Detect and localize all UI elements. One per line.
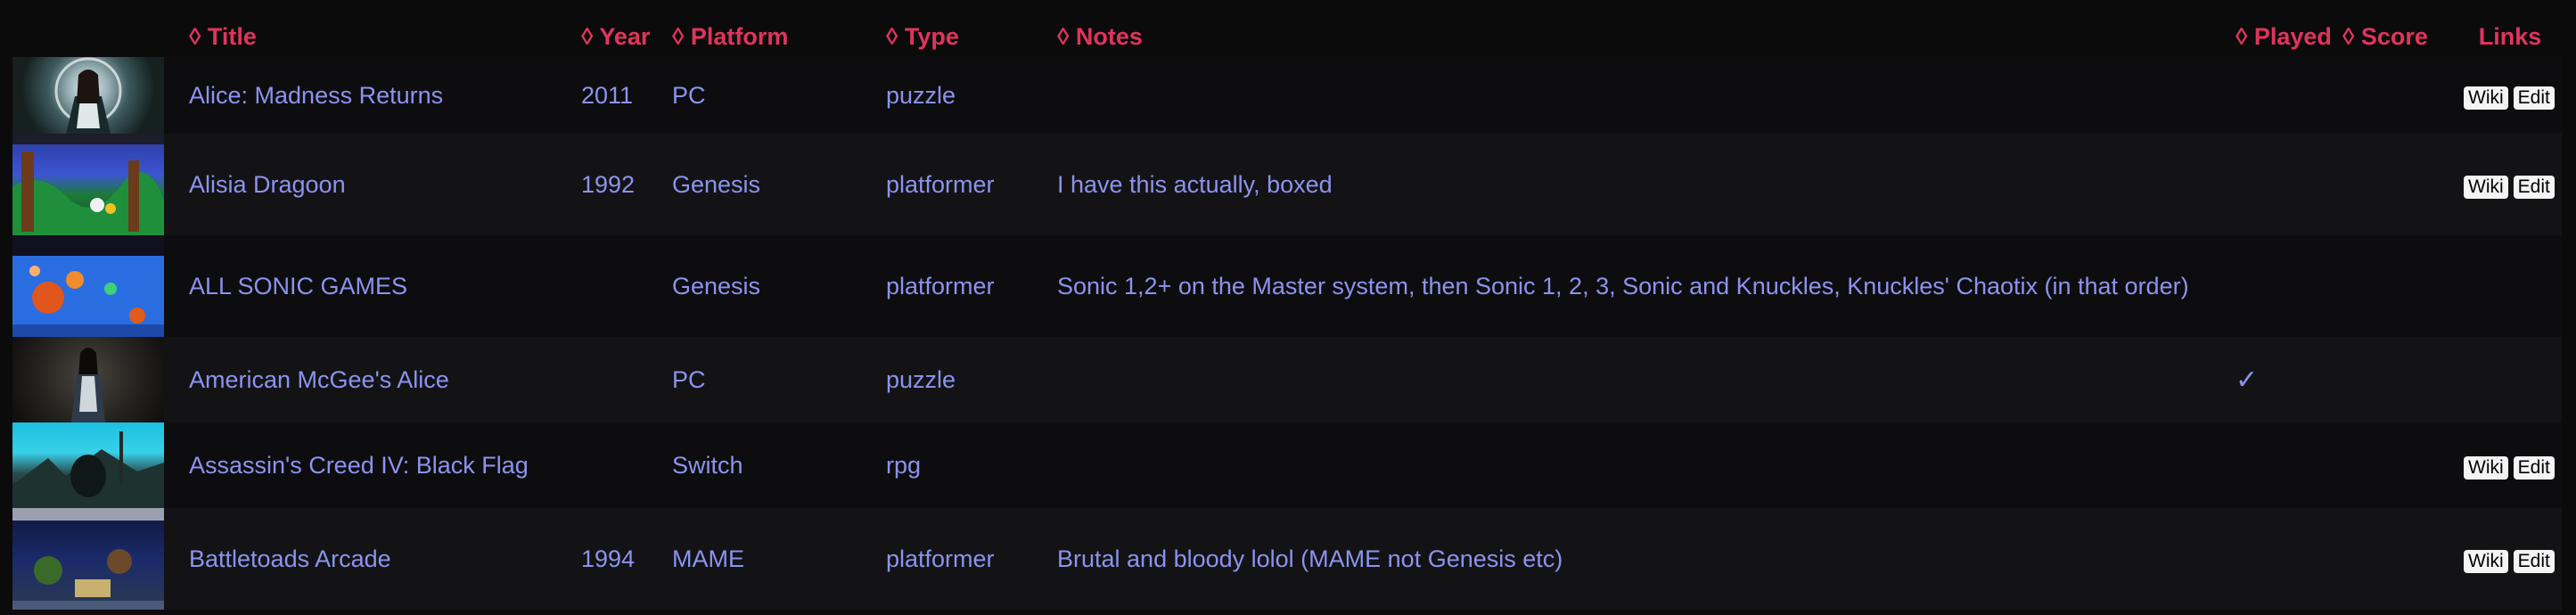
games-table: ◊ Title ◊ Year ◊ Platform ◊ Type ◊ Notes… bbox=[12, 16, 2562, 610]
game-thumbnail bbox=[12, 337, 176, 422]
game-platform: Genesis bbox=[672, 170, 761, 198]
game-title[interactable]: Alisia Dragoon bbox=[176, 134, 578, 235]
game-score bbox=[2342, 134, 2458, 235]
edit-link[interactable]: Edit bbox=[2513, 549, 2555, 573]
game-links: Wiki Edit bbox=[2458, 134, 2562, 235]
game-title[interactable]: Assassin's Creed IV: Black Flag bbox=[176, 422, 578, 508]
table-row: Alisia Dragoon 1992 Genesis platformer I… bbox=[12, 134, 2562, 235]
game-notes bbox=[1045, 422, 2232, 508]
game-notes: Sonic 1,2+ on the Master system, then So… bbox=[1057, 272, 2189, 299]
game-played bbox=[2232, 57, 2342, 134]
game-links: Wiki Edit bbox=[2458, 508, 2562, 610]
title-column-header[interactable]: ◊ Title bbox=[176, 16, 578, 57]
game-links bbox=[2458, 235, 2562, 337]
game-played bbox=[2232, 235, 2342, 337]
game-thumbnail bbox=[12, 235, 176, 337]
edit-link[interactable]: Edit bbox=[2513, 86, 2555, 110]
game-type: platformer bbox=[886, 272, 995, 299]
links-column-header: Links bbox=[2478, 22, 2542, 50]
game-links bbox=[2458, 337, 2562, 422]
game-type: rpg bbox=[886, 451, 922, 479]
table-row: Alice: Madness Returns 2011 PC puzzle Wi… bbox=[12, 57, 2562, 134]
game-type: platformer bbox=[886, 170, 995, 198]
game-title[interactable]: ALL SONIC GAMES bbox=[176, 235, 578, 337]
game-type: platformer bbox=[886, 545, 995, 572]
game-platform: MAME bbox=[672, 545, 744, 572]
edit-link[interactable]: Edit bbox=[2513, 175, 2555, 199]
game-platform: Switch bbox=[672, 451, 743, 479]
game-links: Wiki Edit bbox=[2458, 57, 2562, 134]
year-column-header[interactable]: ◊ Year bbox=[578, 16, 660, 57]
game-title[interactable]: American McGee's Alice bbox=[176, 337, 578, 422]
score-column-header[interactable]: ◊ Score bbox=[2342, 16, 2458, 57]
type-column-header[interactable]: ◊ Type bbox=[874, 16, 1045, 57]
game-notes: Brutal and bloody lolol (MAME not Genesi… bbox=[1057, 545, 1563, 572]
game-year bbox=[578, 235, 660, 337]
game-year bbox=[578, 422, 660, 508]
game-thumbnail bbox=[12, 422, 176, 508]
game-type: puzzle bbox=[886, 365, 956, 393]
game-year: 1992 bbox=[581, 170, 636, 198]
game-notes bbox=[1045, 337, 2232, 422]
game-score bbox=[2342, 508, 2458, 610]
game-year bbox=[578, 337, 660, 422]
game-thumbnail bbox=[12, 134, 176, 235]
header-row: ◊ Title ◊ Year ◊ Platform ◊ Type ◊ Notes… bbox=[12, 16, 2562, 57]
game-thumbnail bbox=[12, 508, 176, 610]
game-played bbox=[2232, 422, 2342, 508]
table-row: Battletoads Arcade 1994 MAME platformer … bbox=[12, 508, 2562, 610]
game-notes bbox=[1045, 57, 2232, 134]
table-row: Assassin's Creed IV: Black Flag Switch r… bbox=[12, 422, 2562, 508]
table-row: ALL SONIC GAMES Genesis platformer Sonic… bbox=[12, 235, 2562, 337]
game-played bbox=[2232, 508, 2342, 610]
game-type: puzzle bbox=[886, 81, 956, 109]
wiki-link[interactable]: Wiki bbox=[2464, 455, 2508, 480]
game-platform: Genesis bbox=[672, 272, 761, 299]
game-title[interactable]: Alice: Madness Returns bbox=[176, 57, 578, 134]
game-year: 1994 bbox=[581, 545, 636, 572]
game-played bbox=[2232, 134, 2342, 235]
game-score bbox=[2342, 235, 2458, 337]
notes-column-header[interactable]: ◊ Notes bbox=[1045, 16, 2232, 57]
played-column-header[interactable]: ◊ Played bbox=[2232, 16, 2342, 57]
wiki-link[interactable]: Wiki bbox=[2464, 175, 2508, 199]
table-row: American McGee's Alice PC puzzle ✓ bbox=[12, 337, 2562, 422]
game-notes: I have this actually, boxed bbox=[1057, 170, 1333, 198]
game-score bbox=[2342, 422, 2458, 508]
game-links: Wiki Edit bbox=[2458, 422, 2562, 508]
wiki-link[interactable]: Wiki bbox=[2464, 549, 2508, 573]
game-platform: PC bbox=[672, 365, 706, 393]
game-score bbox=[2342, 57, 2458, 134]
wiki-link[interactable]: Wiki bbox=[2464, 86, 2508, 110]
game-score bbox=[2342, 337, 2458, 422]
played-checkmark: ✓ bbox=[2236, 365, 2259, 395]
edit-link[interactable]: Edit bbox=[2513, 455, 2555, 480]
platform-column-header[interactable]: ◊ Platform bbox=[660, 16, 874, 57]
game-title[interactable]: Battletoads Arcade bbox=[176, 508, 578, 610]
game-year: 2011 bbox=[581, 81, 634, 109]
game-thumbnail bbox=[12, 57, 176, 134]
thumbnail-header bbox=[12, 16, 176, 57]
game-platform: PC bbox=[672, 81, 706, 109]
